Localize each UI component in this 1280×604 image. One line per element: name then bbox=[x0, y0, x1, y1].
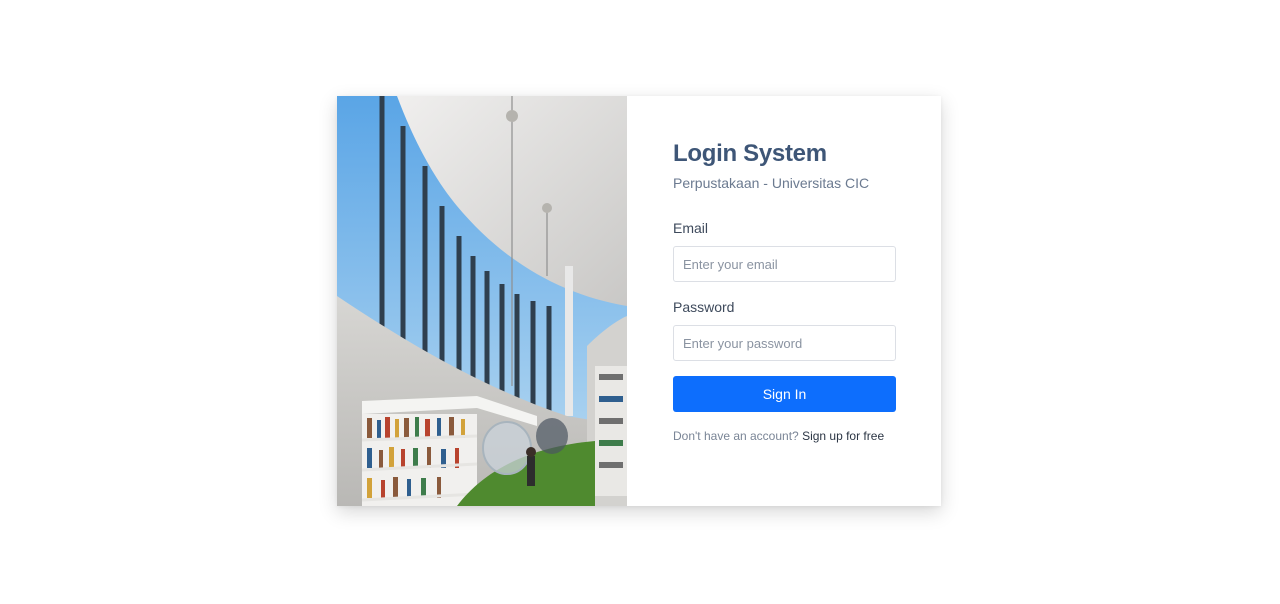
signup-link[interactable]: Sign up for free bbox=[802, 429, 884, 443]
login-page: Login System Perpustakaan - Universitas … bbox=[0, 0, 1280, 604]
email-input[interactable] bbox=[673, 246, 896, 282]
signup-prompt: Don't have an account? Sign up for free bbox=[673, 429, 884, 443]
password-label: Password bbox=[673, 299, 735, 315]
login-card: Login System Perpustakaan - Universitas … bbox=[337, 96, 941, 506]
login-title: Login System bbox=[673, 140, 827, 167]
email-label: Email bbox=[673, 220, 709, 236]
password-input[interactable] bbox=[673, 325, 896, 361]
sign-in-button[interactable]: Sign In bbox=[673, 376, 896, 412]
signup-prompt-text: Don't have an account? bbox=[673, 429, 799, 443]
login-subtitle: Perpustakaan - Universitas CIC bbox=[673, 175, 870, 191]
library-photo bbox=[337, 96, 627, 506]
login-form-panel: Login System Perpustakaan - Universitas … bbox=[627, 96, 941, 506]
